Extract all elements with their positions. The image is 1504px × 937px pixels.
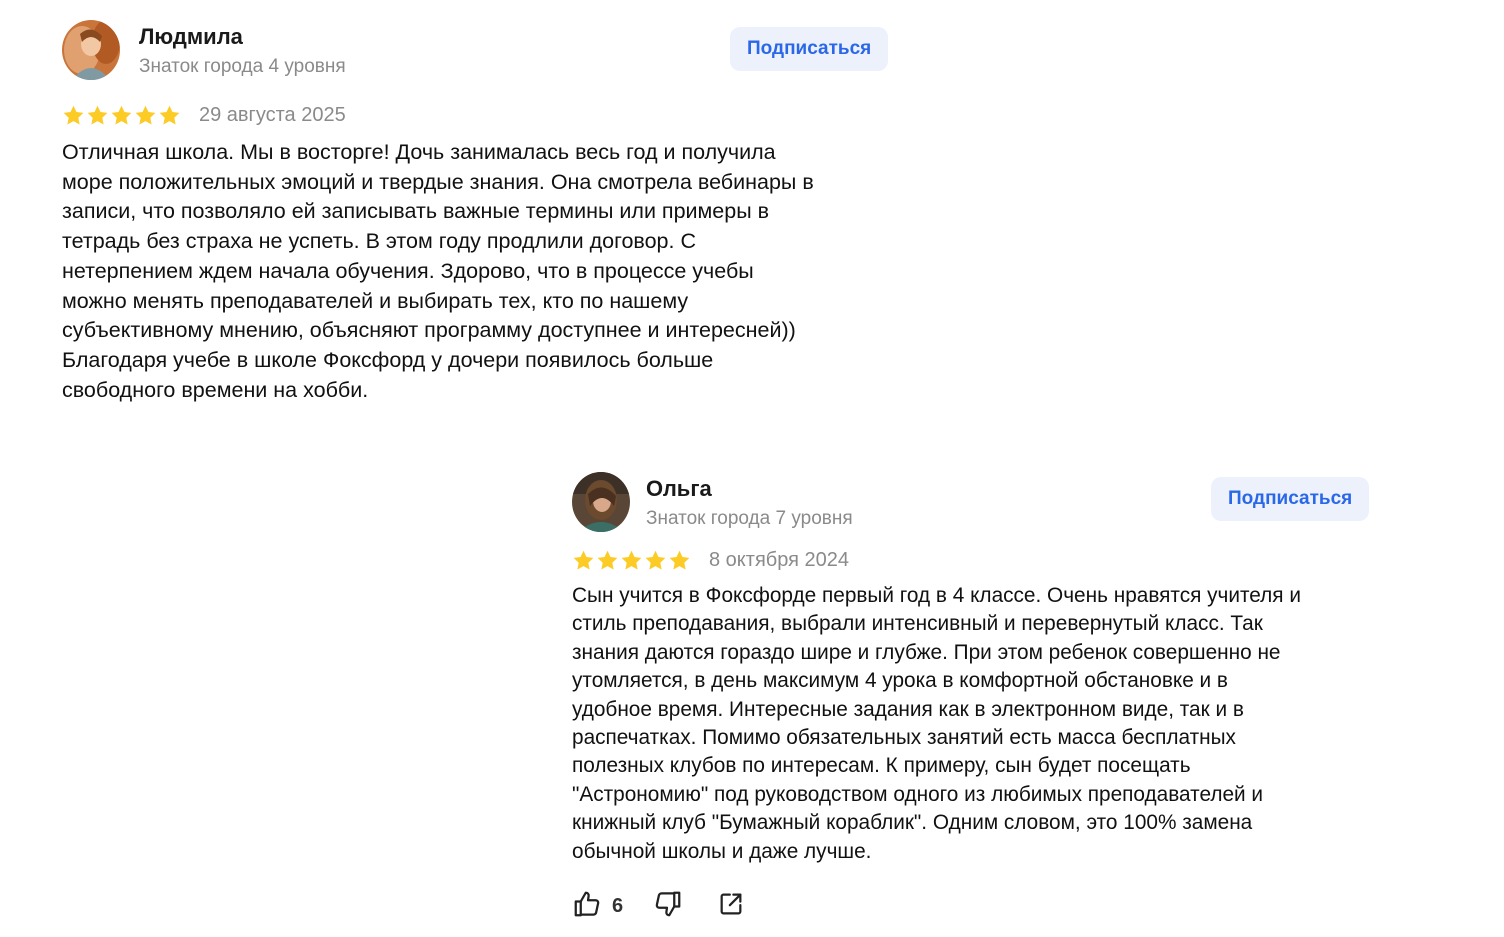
avatar[interactable] — [572, 472, 630, 532]
star-icon — [621, 550, 642, 570]
dislike-button[interactable] — [653, 889, 683, 924]
star-icon — [135, 105, 156, 125]
star-icon — [87, 105, 108, 125]
star-icon — [111, 105, 132, 125]
review-text: Сын учится в Фоксфорде первый год в 4 кл… — [572, 584, 1301, 863]
star-icon — [597, 550, 618, 570]
review-header: Ольга Знаток города 7 уровня Подписаться — [572, 472, 1372, 534]
rating-stars — [572, 549, 691, 572]
review-date: 29 августа 2025 — [199, 103, 346, 126]
review-card: Ольга Знаток города 7 уровня Подписаться… — [572, 472, 1372, 924]
review-date: 8 октября 2024 — [709, 548, 849, 571]
like-count: 6 — [612, 894, 624, 917]
author-name[interactable]: Ольга — [646, 476, 712, 502]
subscribe-button[interactable]: Подписаться — [1211, 477, 1370, 521]
thumbs-down-icon — [653, 889, 683, 924]
star-icon — [645, 550, 666, 570]
review-header: Людмила Знаток города 4 уровня Подписать… — [62, 20, 897, 82]
star-icon — [669, 550, 690, 570]
review-actions: 6 — [572, 888, 1372, 924]
review-text: Отличная школа. Мы в восторге! Дочь зани… — [62, 140, 814, 402]
author-level: Знаток города 4 уровня — [139, 56, 346, 77]
review-card: Людмила Знаток города 4 уровня Подписать… — [62, 20, 897, 405]
author-name[interactable]: Людмила — [139, 24, 243, 50]
share-icon — [717, 890, 745, 923]
review-meta: 29 августа 2025 — [62, 100, 897, 130]
star-icon — [573, 550, 594, 570]
thumbs-up-icon — [572, 889, 602, 924]
avatar[interactable] — [62, 20, 120, 80]
subscribe-button[interactable]: Подписаться — [730, 27, 889, 71]
review-meta: 8 октября 2024 — [572, 546, 1372, 574]
like-button[interactable]: 6 — [572, 889, 623, 924]
star-icon — [63, 105, 84, 125]
author-level: Знаток города 7 уровня — [646, 508, 853, 529]
rating-stars — [62, 104, 181, 127]
share-button[interactable] — [717, 890, 745, 923]
star-icon — [159, 105, 180, 125]
